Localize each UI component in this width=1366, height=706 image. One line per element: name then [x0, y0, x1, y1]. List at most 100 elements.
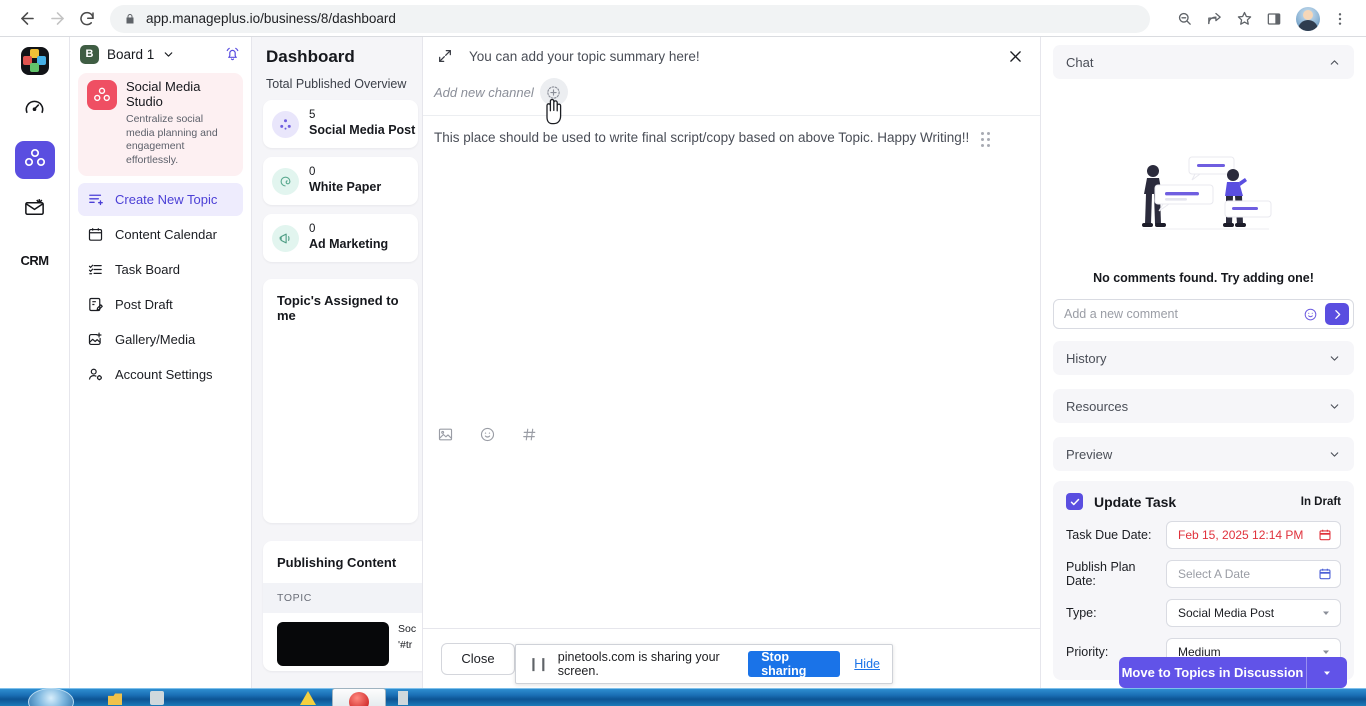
- table-row[interactable]: Soc '#tr: [263, 622, 422, 666]
- back-arrow-icon[interactable]: [12, 4, 42, 34]
- update-task-section: Update Task In Draft Task Due Date: Feb …: [1053, 481, 1354, 680]
- rail-item-social-studio[interactable]: [14, 141, 55, 179]
- chevron-down-icon[interactable]: [162, 48, 175, 61]
- rail-item-campaign[interactable]: [15, 191, 55, 229]
- network-nodes-icon: [23, 146, 47, 175]
- taskbar-warning-icon[interactable]: [300, 691, 316, 705]
- dashboard-subtitle: Total Published Overview: [266, 77, 407, 91]
- calendar-icon: [87, 226, 104, 243]
- chevron-down-icon[interactable]: [1320, 607, 1332, 619]
- chevron-up-icon[interactable]: [1328, 56, 1341, 69]
- studio-description: Centralize social media planning and eng…: [126, 112, 218, 166]
- share-icon[interactable]: [1200, 5, 1228, 33]
- user-settings-icon: [87, 366, 104, 383]
- update-task-checkbox[interactable]: [1066, 493, 1083, 510]
- history-section-header[interactable]: History: [1053, 341, 1354, 375]
- sidebar-item-account-settings[interactable]: Account Settings: [78, 358, 243, 391]
- pause-icon: ❙❙: [528, 656, 549, 671]
- studio-card[interactable]: Social Media Studio Centralize social me…: [78, 73, 243, 177]
- avatar[interactable]: [1296, 6, 1320, 31]
- emoji-icon[interactable]: [1303, 307, 1318, 322]
- move-to-topics-button[interactable]: Move to Topics in Discussion: [1119, 657, 1347, 688]
- taskbar-explorer-icon[interactable]: [108, 693, 122, 705]
- chevron-down-icon[interactable]: [1307, 667, 1347, 679]
- chevron-down-icon[interactable]: [1328, 352, 1341, 365]
- stat-label: Ad Marketing: [309, 236, 389, 251]
- sidebar-item-label: Content Calendar: [115, 227, 217, 243]
- side-panel-icon[interactable]: [1260, 5, 1288, 33]
- board-selector[interactable]: B Board 1: [70, 37, 251, 71]
- calendar-blue-icon[interactable]: [1318, 567, 1332, 581]
- send-button[interactable]: [1325, 303, 1349, 325]
- right-panel: Chat No comments found. Try adding one! …: [1040, 37, 1366, 688]
- search-icon[interactable]: [1170, 5, 1198, 33]
- summary-placeholder[interactable]: You can add your topic summary here!: [469, 49, 700, 64]
- address-bar[interactable]: app.manageplus.io/business/8/dashboard: [110, 4, 1150, 33]
- rail-item-dashboard[interactable]: [15, 91, 55, 129]
- stat-card-white-paper[interactable]: 0 White Paper: [263, 157, 418, 205]
- sidebar-item-task-board[interactable]: Task Board: [78, 253, 243, 286]
- history-section-label: History: [1066, 350, 1107, 366]
- lock-icon: [124, 13, 136, 25]
- topic-meta: Soc '#tr: [398, 622, 416, 666]
- start-button[interactable]: [28, 688, 74, 706]
- mouse-cursor: [546, 98, 562, 125]
- chevron-down-icon[interactable]: [1328, 448, 1341, 461]
- drag-handle[interactable]: [981, 132, 990, 147]
- record-dot-icon: [349, 692, 369, 706]
- publishing-content-title: Publishing Content: [277, 555, 397, 570]
- mail-megaphone-icon: [23, 196, 46, 224]
- calendar-red-icon[interactable]: [1318, 528, 1332, 542]
- resources-section-header[interactable]: Resources: [1053, 389, 1354, 423]
- chevron-down-icon[interactable]: [1328, 400, 1341, 413]
- page-title: Dashboard: [266, 47, 355, 66]
- hashtag-icon[interactable]: [521, 426, 538, 448]
- sidebar-item-label: Task Board: [115, 262, 181, 278]
- app-logo-icon[interactable]: [20, 47, 49, 75]
- image-icon[interactable]: [437, 426, 454, 448]
- speedometer-icon: [23, 96, 46, 124]
- app-root: CRM B Board 1 Social Media Studio Centra…: [0, 37, 1366, 688]
- comment-input[interactable]: [1064, 307, 1303, 321]
- editor-body[interactable]: This place should be used to write final…: [423, 116, 1040, 628]
- add-topic-icon: [87, 191, 104, 208]
- rail-item-crm[interactable]: CRM: [15, 241, 55, 279]
- sidebar-item-content-calendar[interactable]: Content Calendar: [78, 218, 243, 251]
- draft-edit-icon: [87, 296, 104, 313]
- reload-icon[interactable]: [72, 4, 102, 34]
- stat-card-social-media-post[interactable]: 5 Social Media Post: [263, 100, 418, 148]
- icon-rail: CRM: [0, 37, 70, 688]
- sidebar-item-post-draft[interactable]: Post Draft: [78, 288, 243, 321]
- close-button[interactable]: Close: [441, 642, 515, 675]
- chat-section-header[interactable]: Chat: [1053, 45, 1354, 79]
- comment-input-row[interactable]: [1053, 299, 1354, 329]
- chat-empty-state: No comments found. Try adding one!: [1053, 87, 1354, 287]
- preview-section-header[interactable]: Preview: [1053, 437, 1354, 471]
- three-dots-icon[interactable]: [1326, 5, 1354, 33]
- task-list-icon: [87, 261, 104, 278]
- sidebar-item-gallery-media[interactable]: Gallery/Media: [78, 323, 243, 356]
- expand-arrows-icon[interactable]: [437, 48, 453, 64]
- topic-title: Soc: [398, 623, 417, 635]
- emoji-icon[interactable]: [479, 426, 496, 448]
- close-icon[interactable]: [1007, 48, 1024, 65]
- field-type: Type: Social Media Post: [1066, 599, 1341, 627]
- chat-empty-text: No comments found. Try adding one!: [1093, 271, 1314, 285]
- hide-link[interactable]: Hide: [854, 657, 880, 671]
- star-icon[interactable]: [1230, 5, 1258, 33]
- notification-bell-icon[interactable]: [224, 46, 241, 63]
- stop-sharing-button[interactable]: Stop sharing: [748, 650, 841, 678]
- type-select[interactable]: Social Media Post: [1166, 599, 1341, 627]
- taskbar-media-preview[interactable]: [332, 688, 386, 706]
- publish-plan-date-input[interactable]: Select A Date: [1166, 560, 1341, 588]
- sidebar-item-create-new-topic[interactable]: Create New Topic: [78, 183, 243, 217]
- task-due-date-input[interactable]: Feb 15, 2025 12:14 PM: [1166, 521, 1341, 549]
- stat-card-ad-marketing[interactable]: 0 Ad Marketing: [263, 214, 418, 262]
- publish-plan-date-placeholder: Select A Date: [1178, 567, 1251, 581]
- stat-label: Social Media Post: [309, 122, 416, 137]
- forward-arrow-icon[interactable]: [42, 4, 72, 34]
- taskbar-extra-icon[interactable]: [398, 691, 408, 705]
- field-label: Type:: [1066, 606, 1097, 620]
- taskbar-window-icon[interactable]: [150, 691, 164, 705]
- chat-illustration: [1141, 156, 1271, 230]
